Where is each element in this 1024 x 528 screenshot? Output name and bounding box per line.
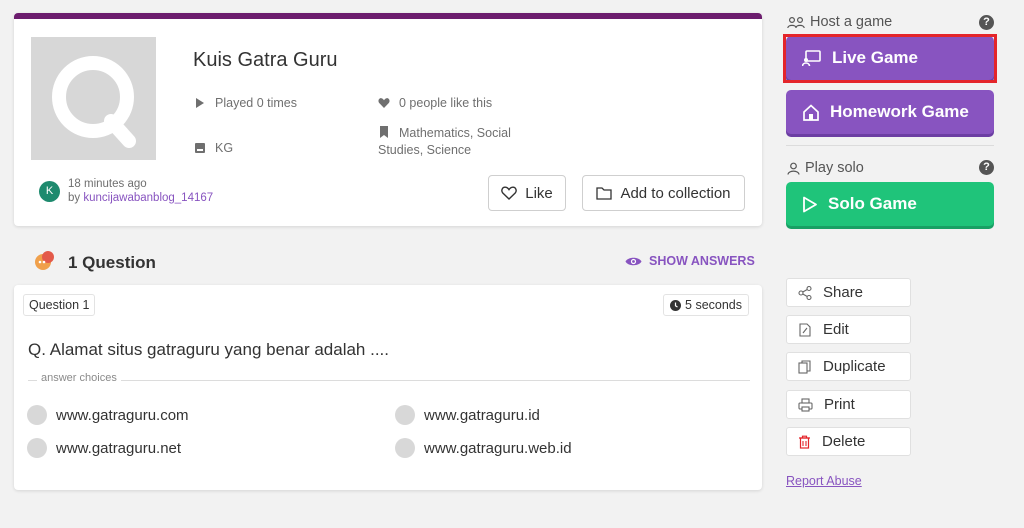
play-icon: [196, 98, 204, 108]
answer-dot-icon: [27, 438, 47, 458]
user-icon: [787, 162, 800, 175]
played-text: Played 0 times: [215, 96, 297, 110]
trash-icon: [799, 435, 810, 449]
answer-choice-text: www.gatraguru.com: [56, 406, 189, 424]
print-button[interactable]: Print: [786, 390, 911, 419]
folder-icon: [596, 186, 613, 200]
delete-button[interactable]: Delete: [786, 427, 911, 456]
sidebar-divider: [786, 145, 994, 146]
delete-label: Delete: [822, 433, 866, 450]
solo-game-button[interactable]: Solo Game: [786, 182, 994, 226]
play-solo-text: Play solo: [805, 160, 864, 176]
card-top-bar: [14, 13, 762, 19]
duplicate-button[interactable]: Duplicate: [786, 352, 911, 381]
clock-icon: [670, 299, 682, 311]
heart-outline-icon: [501, 186, 518, 200]
answer-choice: www.gatraguru.com: [27, 405, 189, 425]
likes-count: 0 people like this: [378, 96, 548, 112]
duplicate-label: Duplicate: [823, 358, 886, 375]
answer-divider: [28, 380, 750, 381]
question-card: Question 1 5 seconds Q. Alamat situs gat…: [14, 285, 762, 490]
share-label: Share: [823, 284, 864, 301]
question-time-badge: 5 seconds: [663, 294, 749, 316]
grade: KG: [194, 141, 364, 157]
answer-choice: www.gatraguru.id: [395, 405, 540, 425]
answer-choices-label: answer choices: [37, 372, 121, 384]
host-a-game-label: Host a game: [787, 14, 892, 30]
answer-choice-text: www.gatraguru.web.id: [424, 439, 572, 457]
home-icon: [803, 103, 819, 121]
show-answers-button[interactable]: SHOW ANSWERS: [625, 254, 755, 268]
question-count: 1 Question: [68, 253, 156, 272]
group-icon: [787, 16, 805, 28]
quiz-info-card: Kuis Gatra Guru Played 0 times 0 people …: [14, 13, 762, 226]
quiz-title: Kuis Gatra Guru: [193, 49, 338, 71]
answer-choice-text: www.gatraguru.id: [424, 406, 540, 424]
print-label: Print: [824, 396, 855, 413]
edit-icon: [799, 322, 811, 337]
subjects-text: Mathematics, Social Studies, Science: [378, 126, 511, 157]
question-number-badge: Question 1: [23, 294, 96, 316]
add-to-collection-button[interactable]: Add to collection: [582, 175, 745, 211]
question-bubble-icon: [35, 251, 54, 270]
solo-game-label: Solo Game: [828, 194, 917, 213]
answer-dot-icon: [395, 405, 415, 425]
author-byline: by kuncijawabanblog_14167: [68, 192, 213, 204]
show-answers-label: SHOW ANSWERS: [649, 254, 755, 268]
author-name-link[interactable]: kuncijawabanblog_14167: [83, 192, 213, 204]
played-count: Played 0 times: [194, 96, 364, 112]
answer-dot-icon: [27, 405, 47, 425]
help-icon[interactable]: ?: [979, 160, 994, 175]
question-time-text: 5 seconds: [685, 298, 742, 312]
subjects: Mathematics, Social Studies, Science: [378, 125, 548, 161]
answer-dot-icon: [395, 438, 415, 458]
report-abuse-link[interactable]: Report Abuse: [786, 474, 862, 488]
quizizz-logo-icon: [52, 56, 136, 148]
likes-text: 0 people like this: [399, 96, 493, 110]
share-button[interactable]: Share: [786, 278, 911, 307]
like-button-label: Like: [525, 184, 553, 202]
host-a-game-text: Host a game: [810, 14, 893, 30]
print-icon: [798, 397, 813, 412]
quiz-thumbnail: [31, 37, 156, 160]
author-time: 18 minutes ago: [68, 178, 147, 190]
heart-icon: [378, 98, 390, 108]
like-button[interactable]: Like: [488, 175, 566, 211]
author-avatar: K: [39, 181, 60, 202]
copy-icon: [798, 359, 811, 374]
edit-button[interactable]: Edit: [786, 315, 911, 344]
eye-icon: [625, 257, 642, 265]
answer-choice-text: www.gatraguru.net: [56, 439, 182, 457]
answer-choice: www.gatraguru.net: [27, 438, 181, 458]
highlight-outline: [783, 34, 997, 83]
author-by-prefix: by: [68, 192, 81, 204]
share-icon: [798, 285, 812, 300]
play-solo-label: Play solo: [787, 160, 864, 176]
help-icon[interactable]: ?: [979, 15, 994, 30]
homework-game-button[interactable]: Homework Game: [786, 90, 994, 134]
book-icon: [195, 143, 205, 153]
add-to-collection-label: Add to collection: [620, 184, 731, 202]
edit-label: Edit: [823, 321, 849, 338]
grade-text: KG: [215, 141, 234, 155]
play-outline-icon: [803, 196, 817, 212]
question-text: Q. Alamat situs gatraguru yang benar ada…: [28, 340, 389, 359]
answer-choice: www.gatraguru.web.id: [395, 438, 572, 458]
homework-game-label: Homework Game: [830, 102, 969, 121]
